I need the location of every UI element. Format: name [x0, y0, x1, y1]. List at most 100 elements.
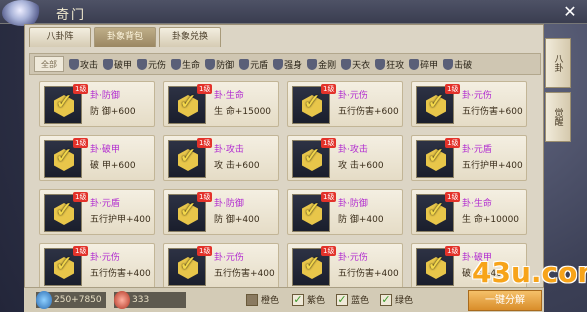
filter-defense[interactable]: 防御	[205, 58, 234, 71]
level-badge: 1级	[197, 84, 213, 94]
window-title: 奇门	[56, 8, 87, 23]
level-badge: 1级	[73, 192, 89, 202]
item-card[interactable]: ✓ 1级 卦·生命生 命+10000	[411, 189, 527, 235]
item-stat: 五行伤害+400	[90, 269, 151, 279]
checkmark-icon: ✓	[179, 252, 198, 277]
checkmark-icon: ✓	[427, 252, 446, 277]
filter-heaven-robe[interactable]: 天衣	[341, 58, 370, 71]
level-badge: 1级	[445, 138, 461, 148]
filter-element-shield[interactable]: 元盾	[239, 58, 268, 71]
filter-strike-break[interactable]: 击破	[443, 58, 472, 71]
item-name: 卦·元伤	[338, 91, 368, 101]
tab-trigram-bag[interactable]: 卦象背包	[94, 27, 156, 47]
item-stat: 攻 击+600	[214, 161, 260, 171]
filter-frenzy[interactable]: 狂攻	[375, 58, 404, 71]
level-badge: 1级	[445, 84, 461, 94]
checkmark-icon: ✓	[303, 198, 322, 223]
purple-checkbox[interactable]: ✓	[292, 293, 304, 306]
filter-life[interactable]: 生命	[171, 58, 200, 71]
item-name: 卦·防御	[214, 199, 244, 209]
element-damage-icon	[137, 58, 148, 70]
item-name: 卦·攻击	[338, 145, 368, 155]
tab-bagua-formation[interactable]: 八卦阵	[29, 27, 91, 47]
attack-icon	[69, 58, 79, 70]
filter-attack[interactable]: 攻击	[69, 58, 98, 71]
item-stat: 破 甲+600	[90, 161, 136, 171]
currency-blue-value: 250+7850	[54, 295, 102, 305]
item-name: 卦·生命	[462, 199, 492, 209]
item-stat: 五行伤害+600	[338, 107, 399, 117]
currency-red: 333	[114, 291, 186, 309]
item-card[interactable]: ✓ 1级 卦·防御防 御+400	[287, 189, 403, 235]
checkmark-icon: ✓	[427, 198, 446, 223]
green-label: 绿色	[395, 296, 414, 306]
level-badge: 1级	[321, 246, 337, 256]
orange-label: 橙色	[261, 296, 280, 306]
item-stat: 防 御+400	[214, 215, 260, 225]
item-card[interactable]: ✓ 1级 卦·防御防 御+600	[39, 81, 155, 127]
item-name: 卦·攻击	[214, 145, 244, 155]
green-checkbox[interactable]: ✓	[380, 293, 392, 306]
item-stat: 五行护甲+400	[90, 215, 151, 225]
gem-icon	[2, 0, 42, 26]
checkmark-icon: ✓	[55, 144, 74, 169]
item-card[interactable]: ✓ 1级 卦·生命生 命+15000	[163, 81, 279, 127]
item-card[interactable]: ✓ 1级 卦·元伤 五行伤害+600	[287, 81, 403, 127]
blue-label: 蓝色	[351, 296, 370, 306]
orange-checkbox[interactable]	[246, 293, 258, 306]
one-click-decompose-button[interactable]: 一键分解	[468, 290, 542, 311]
shatter-icon	[409, 58, 420, 70]
life-icon	[171, 58, 182, 70]
level-badge: 1级	[445, 246, 461, 256]
close-icon[interactable]: ✕	[559, 2, 581, 22]
item-stat: 生 命+15000	[214, 107, 272, 117]
item-stat: 防 御+600	[90, 107, 136, 117]
item-stat: 五行护甲+400	[462, 161, 523, 171]
blue-checkbox[interactable]: ✓	[336, 293, 348, 306]
filter-shatter[interactable]: 碎甲	[409, 58, 438, 71]
item-stat: 生 命+10000	[462, 215, 520, 225]
item-name: 卦·元盾	[462, 145, 492, 155]
item-name: 卦·防御	[90, 91, 120, 101]
level-badge: 1级	[197, 246, 213, 256]
item-card[interactable]: ✓ 1级 卦·元伤 五行伤害+400	[39, 243, 155, 289]
filter-all-button[interactable]: 全部	[34, 56, 64, 72]
filter-diamond[interactable]: 金刚	[307, 58, 336, 71]
checkmark-icon: ✓	[303, 252, 322, 277]
item-card[interactable]: ✓ 1级 卦·元伤 五行伤害+400	[287, 243, 403, 289]
item-card[interactable]: ✓ 1级 卦·防御防 御+400	[163, 189, 279, 235]
item-card[interactable]: ✓ 1级 卦·元盾五行护甲+400	[411, 135, 527, 181]
item-card[interactable]: ✓ 1级 卦·元伤 五行伤害+600	[411, 81, 527, 127]
item-name: 卦·元盾	[90, 199, 120, 209]
item-card[interactable]: ✓ 1级 卦·破甲破 甲+600	[39, 135, 155, 181]
filter-fortify[interactable]: 强身	[273, 58, 302, 71]
item-card[interactable]: ✓ 1级 卦·攻击攻 击+600	[163, 135, 279, 181]
strike-break-icon	[443, 58, 454, 70]
checkmark-icon: ✓	[303, 90, 322, 115]
checkmark-icon: ✓	[55, 252, 74, 277]
item-stat: 五行伤害+400	[214, 269, 275, 279]
filter-orange[interactable]: 橙色	[246, 293, 279, 306]
filter-blue[interactable]: ✓ 蓝色	[336, 293, 369, 306]
checkmark-icon: ✓	[179, 90, 198, 115]
side-tab-awaken[interactable]: 觉醒	[545, 92, 571, 142]
filter-armor-break[interactable]: 破甲	[103, 58, 132, 71]
tab-trigram-exchange[interactable]: 卦象兑换	[159, 27, 221, 47]
filter-element-damage[interactable]: 元伤	[137, 58, 166, 71]
tab-bar: 八卦阵 卦象背包 卦象兑换	[25, 25, 225, 47]
checkmark-icon: ✓	[55, 198, 74, 223]
item-card[interactable]: ✓ 1级 卦·攻击攻 击+600	[287, 135, 403, 181]
title-bar: 奇门 ✕	[0, 0, 587, 26]
side-tab-bagua[interactable]: 八卦	[545, 38, 571, 88]
checkmark-icon: ✓	[55, 90, 74, 115]
filter-purple[interactable]: ✓ 紫色	[292, 293, 325, 306]
item-card[interactable]: ✓ 1级 卦·元伤 五行伤害+400	[163, 243, 279, 289]
checkmark-icon: ✓	[427, 144, 446, 169]
filter-green[interactable]: ✓ 绿色	[380, 293, 413, 306]
item-card[interactable]: ✓ 1级 卦·元盾五行护甲+400	[39, 189, 155, 235]
level-badge: 1级	[321, 138, 337, 148]
red-gem-icon	[114, 291, 130, 309]
element-shield-icon	[239, 58, 250, 70]
item-name: 卦·元伤	[462, 91, 492, 101]
item-stat: 五行伤害+600	[462, 107, 523, 117]
